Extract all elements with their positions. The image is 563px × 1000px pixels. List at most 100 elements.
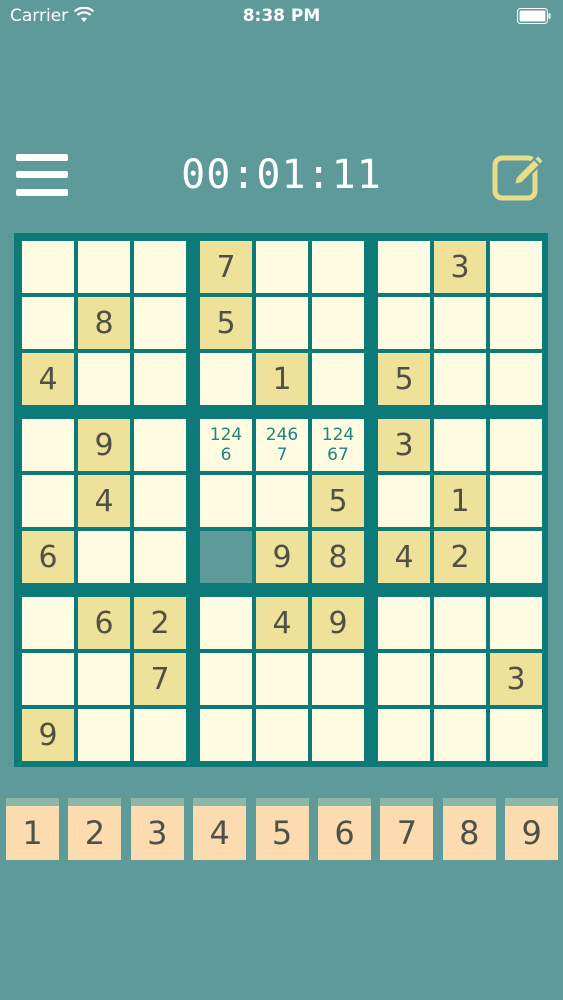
cell-r9c7[interactable] bbox=[378, 709, 430, 761]
cell-r8c5[interactable] bbox=[256, 653, 308, 705]
cell-r6c8[interactable]: 2 bbox=[434, 531, 486, 583]
cell-r1c4[interactable]: 7 bbox=[200, 241, 252, 293]
cell-r2c9[interactable] bbox=[490, 297, 542, 349]
cell-r5c3[interactable] bbox=[134, 475, 186, 527]
cell-r4c1[interactable] bbox=[22, 419, 74, 471]
cell-r3c4[interactable] bbox=[200, 353, 252, 405]
cell-r3c9[interactable] bbox=[490, 353, 542, 405]
cell-r4c6[interactable]: 124 67 bbox=[312, 419, 364, 471]
number-key-8[interactable]: 8 bbox=[442, 798, 496, 860]
cell-r2c2[interactable]: 8 bbox=[78, 297, 130, 349]
cell-r6c4[interactable] bbox=[200, 531, 252, 583]
cell-r9c5[interactable] bbox=[256, 709, 308, 761]
cell-r6c7[interactable]: 4 bbox=[378, 531, 430, 583]
cell-r6c2[interactable] bbox=[78, 531, 130, 583]
cell-r3c6[interactable] bbox=[312, 353, 364, 405]
cell-r5c2[interactable]: 4 bbox=[78, 475, 130, 527]
cell-r6c3[interactable] bbox=[134, 531, 186, 583]
cell-r3c3[interactable] bbox=[134, 353, 186, 405]
cell-r8c3[interactable]: 7 bbox=[134, 653, 186, 705]
game-timer: 00:01:11 bbox=[181, 152, 382, 198]
cell-r8c9[interactable]: 3 bbox=[490, 653, 542, 705]
number-key-1[interactable]: 1 bbox=[6, 798, 59, 860]
cell-r3c7[interactable]: 5 bbox=[378, 353, 430, 405]
number-key-9[interactable]: 9 bbox=[505, 798, 559, 860]
cell-r8c4[interactable] bbox=[200, 653, 252, 705]
cell-r5c4[interactable] bbox=[200, 475, 252, 527]
cell-r7c9[interactable] bbox=[490, 597, 542, 649]
cell-r7c3[interactable]: 2 bbox=[134, 597, 186, 649]
cell-r7c4[interactable] bbox=[200, 597, 252, 649]
cell-r1c8[interactable]: 3 bbox=[434, 241, 486, 293]
number-key-4[interactable]: 4 bbox=[193, 798, 247, 860]
number-key-7[interactable]: 7 bbox=[380, 798, 434, 860]
cell-r8c1[interactable] bbox=[22, 653, 74, 705]
cell-r5c5[interactable] bbox=[256, 475, 308, 527]
cell-r1c9[interactable] bbox=[490, 241, 542, 293]
toolbar: 00:01:11 bbox=[0, 140, 563, 210]
cell-r3c5[interactable]: 1 bbox=[256, 353, 308, 405]
cell-r8c6[interactable] bbox=[312, 653, 364, 705]
number-key-2[interactable]: 2 bbox=[68, 798, 122, 860]
cell-r7c1[interactable] bbox=[22, 597, 74, 649]
cell-r7c7[interactable] bbox=[378, 597, 430, 649]
cell-r7c6[interactable]: 9 bbox=[312, 597, 364, 649]
cell-r4c8[interactable] bbox=[434, 419, 486, 471]
cell-notes: 246 7 bbox=[265, 425, 299, 465]
cell-r9c3[interactable] bbox=[134, 709, 186, 761]
cell-r9c1[interactable]: 9 bbox=[22, 709, 74, 761]
cell-r2c4[interactable]: 5 bbox=[200, 297, 252, 349]
pencil-edit-icon[interactable] bbox=[490, 146, 550, 206]
cell-r5c8[interactable]: 1 bbox=[434, 475, 486, 527]
cell-r5c7[interactable] bbox=[378, 475, 430, 527]
cell-r9c8[interactable] bbox=[434, 709, 486, 761]
cell-r1c2[interactable] bbox=[78, 241, 130, 293]
cell-r2c1[interactable] bbox=[22, 297, 74, 349]
cell-r6c6[interactable]: 8 bbox=[312, 531, 364, 583]
cell-r2c8[interactable] bbox=[434, 297, 486, 349]
cell-r3c1[interactable]: 4 bbox=[22, 353, 74, 405]
cell-r9c4[interactable] bbox=[200, 709, 252, 761]
cell-r5c9[interactable] bbox=[490, 475, 542, 527]
cell-r6c9[interactable] bbox=[490, 531, 542, 583]
cell-r5c6[interactable]: 5 bbox=[312, 475, 364, 527]
number-key-6[interactable]: 6 bbox=[318, 798, 371, 860]
cell-r6c1[interactable]: 6 bbox=[22, 531, 74, 583]
cell-r2c7[interactable] bbox=[378, 297, 430, 349]
cell-r3c8[interactable] bbox=[434, 353, 486, 405]
cell-r9c6[interactable] bbox=[312, 709, 364, 761]
cell-r1c1[interactable] bbox=[22, 241, 74, 293]
cell-r4c4[interactable]: 124 6 bbox=[200, 419, 252, 471]
cell-r2c5[interactable] bbox=[256, 297, 308, 349]
battery-icon bbox=[517, 8, 551, 24]
cell-r2c6[interactable] bbox=[312, 297, 364, 349]
cell-r9c2[interactable] bbox=[78, 709, 130, 761]
cell-r2c3[interactable] bbox=[134, 297, 186, 349]
cell-r5c1[interactable] bbox=[22, 475, 74, 527]
cell-r4c5[interactable]: 246 7 bbox=[256, 419, 308, 471]
cell-r7c5[interactable]: 4 bbox=[256, 597, 308, 649]
number-key-5[interactable]: 5 bbox=[255, 798, 309, 860]
cell-r8c2[interactable] bbox=[78, 653, 130, 705]
cell-r4c9[interactable] bbox=[490, 419, 542, 471]
cell-r1c7[interactable] bbox=[378, 241, 430, 293]
cell-notes: 124 67 bbox=[321, 425, 355, 465]
cell-r8c8[interactable] bbox=[434, 653, 486, 705]
cell-r1c3[interactable] bbox=[134, 241, 186, 293]
sudoku-board: 7 3 8 5 4 1 5 9 124 6 246 7 124 67 3 4 5 1 6 9 8 4 2 6 2 4 9 7 3 9 bbox=[14, 233, 548, 767]
cell-r4c2[interactable]: 9 bbox=[78, 419, 130, 471]
cell-r6c5[interactable]: 9 bbox=[256, 531, 308, 583]
number-key-3[interactable]: 3 bbox=[130, 798, 184, 860]
cell-r4c3[interactable] bbox=[134, 419, 186, 471]
cell-r3c2[interactable] bbox=[78, 353, 130, 405]
cell-r4c7[interactable]: 3 bbox=[378, 419, 430, 471]
cell-notes: 124 6 bbox=[209, 425, 243, 465]
cell-r1c6[interactable] bbox=[312, 241, 364, 293]
cell-r7c2[interactable]: 6 bbox=[78, 597, 130, 649]
status-time: 8:38 PM bbox=[242, 6, 321, 26]
cell-r1c5[interactable] bbox=[256, 241, 308, 293]
cell-r7c8[interactable] bbox=[434, 597, 486, 649]
cell-r8c7[interactable] bbox=[378, 653, 430, 705]
cell-r9c9[interactable] bbox=[490, 709, 542, 761]
number-pad: 123456789 bbox=[0, 798, 563, 868]
